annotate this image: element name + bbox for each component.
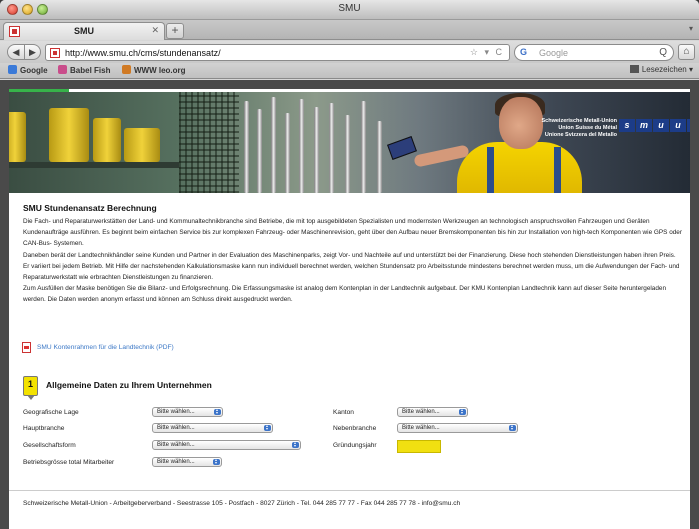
page-viewport: Schweizerische Metall-Union Union Suisse… — [0, 80, 699, 529]
intro-paragraph: Daneben berät der Landtechnikhändler sei… — [23, 251, 680, 282]
bookmarks-menu[interactable]: Lesezeichen ▾ — [629, 65, 693, 74]
bookmarks-folder-icon — [629, 65, 639, 73]
bookmark-star-reload-icons[interactable]: ☆ ▾ C — [470, 47, 504, 58]
new-tab-button[interactable]: + — [166, 23, 184, 39]
tool — [285, 113, 290, 193]
section-title: Allgemeine Daten zu Ihrem Unternehmen — [46, 380, 212, 390]
select-arrows-icon — [292, 442, 299, 448]
leo-icon — [122, 65, 131, 74]
tab-smu[interactable]: SMU ✕ — [3, 22, 165, 40]
page-title: SMU Stundenansatz Berechnung — [23, 203, 157, 213]
label-nebenbranche: Nebenbranche — [333, 425, 377, 432]
grid-wall — [179, 92, 239, 193]
bookmark-leo[interactable]: WWW leo.org — [122, 65, 186, 75]
diagnostic-device — [387, 136, 417, 160]
select-arrows-icon — [264, 425, 271, 431]
select-betriebsgroesse[interactable]: Bitte wählen... — [152, 457, 222, 467]
tool — [329, 103, 334, 193]
tab-close-icon[interactable]: ✕ — [151, 25, 159, 36]
intro-paragraph: Die Fach- und Reparaturwerkstätten der L… — [23, 218, 682, 248]
back-button[interactable]: ◀ — [7, 44, 25, 60]
select-nebenbranche[interactable]: Bitte wählen... — [397, 423, 518, 433]
search-bar[interactable]: G Google Q — [514, 44, 674, 61]
tool — [244, 101, 249, 193]
site-favicon-icon — [9, 26, 20, 37]
search-icon[interactable]: Q — [659, 47, 667, 58]
select-geografische-lage[interactable]: Bitte wählen... — [152, 407, 223, 417]
intro-paragraph: Zum Ausfüllen der Maske benötigen Sie di… — [23, 285, 667, 304]
smu-logo-text: Schweizerische Metall-Union Union Suisse… — [541, 118, 618, 138]
step-number-badge: 1 — [23, 376, 38, 400]
tab-label: SMU — [74, 26, 94, 36]
label-betriebsgroesse: Betriebsgrösse total Mitarbeiter — [23, 459, 115, 466]
label-hauptbranche: Hauptbranche — [23, 425, 65, 432]
select-arrows-icon — [509, 425, 516, 431]
pdf-link-label[interactable]: SMU Kontenrahmen für die Landtechnik (PD… — [37, 344, 174, 351]
select-arrows-icon — [213, 459, 220, 465]
oil-can — [93, 118, 121, 162]
label-geografische-lage: Geografische Lage — [23, 409, 79, 416]
window-title: SMU — [338, 3, 361, 14]
tool — [314, 107, 319, 193]
tool — [257, 109, 262, 193]
label-kanton: Kanton — [333, 409, 354, 416]
select-arrows-icon — [214, 409, 221, 415]
tab-strip: SMU ✕ + ▾ — [0, 20, 699, 40]
tool — [299, 99, 304, 193]
shelf — [9, 162, 179, 168]
bookmark-babel-fish[interactable]: Babel Fish — [58, 65, 110, 75]
google-engine-icon[interactable]: G — [520, 47, 527, 57]
footer-divider — [9, 490, 690, 491]
browser-window: SMU SMU ✕ + ▾ ◀ ▶ http://www.smu.ch/cms/… — [0, 0, 699, 529]
site-favicon-icon — [50, 48, 60, 58]
overall-strap — [487, 147, 494, 193]
input-gruendungsjahr[interactable] — [397, 440, 441, 453]
title-bar: SMU — [0, 0, 699, 20]
google-icon — [8, 65, 17, 74]
overall-strap — [554, 147, 561, 193]
tab-list-menu-icon[interactable]: ▾ — [689, 24, 693, 33]
tool — [271, 97, 276, 193]
url-text[interactable]: http://www.smu.ch/cms/stundenansatz/ — [65, 48, 221, 58]
navigation-bar: ◀ ▶ http://www.smu.ch/cms/stundenansatz/… — [0, 41, 699, 63]
pdf-icon — [22, 342, 31, 353]
bookmark-google[interactable]: Google — [8, 65, 48, 75]
header-banner-image: Schweizerische Metall-Union Union Suisse… — [9, 92, 690, 193]
select-hauptbranche[interactable]: Bitte wählen... — [152, 423, 273, 433]
smu-logo: s m u u s m — [619, 119, 690, 132]
forward-button[interactable]: ▶ — [25, 44, 41, 60]
home-button[interactable]: ⌂ — [678, 44, 695, 60]
oil-can — [124, 128, 160, 162]
label-gesellschaftsform: Gesellschaftsform — [23, 442, 76, 449]
tool — [345, 115, 350, 193]
address-bar[interactable]: http://www.smu.ch/cms/stundenansatz/ ☆ ▾… — [45, 44, 510, 61]
footer-contact: Schweizerische Metall-Union - Arbeitgebe… — [23, 500, 461, 507]
intro-section: SMU Stundenansatz Berechnung Die Fach- u… — [23, 203, 683, 306]
babel-fish-icon — [58, 65, 67, 74]
select-kanton[interactable]: Bitte wählen... — [397, 407, 468, 417]
label-gruendungsjahr: Gründungsjahr — [333, 442, 377, 449]
tool — [361, 101, 366, 193]
mechanic-shirt — [457, 142, 582, 193]
select-gesellschaftsform[interactable]: Bitte wählen... — [152, 440, 301, 450]
oil-can — [49, 108, 89, 162]
bookmarks-toolbar: Google Babel Fish WWW leo.org Lesezeiche… — [0, 63, 699, 79]
tool — [377, 121, 382, 193]
page-content: Schweizerische Metall-Union Union Suisse… — [9, 89, 690, 529]
oil-can — [9, 112, 26, 162]
select-arrows-icon — [459, 409, 466, 415]
search-placeholder: Google — [539, 48, 569, 58]
